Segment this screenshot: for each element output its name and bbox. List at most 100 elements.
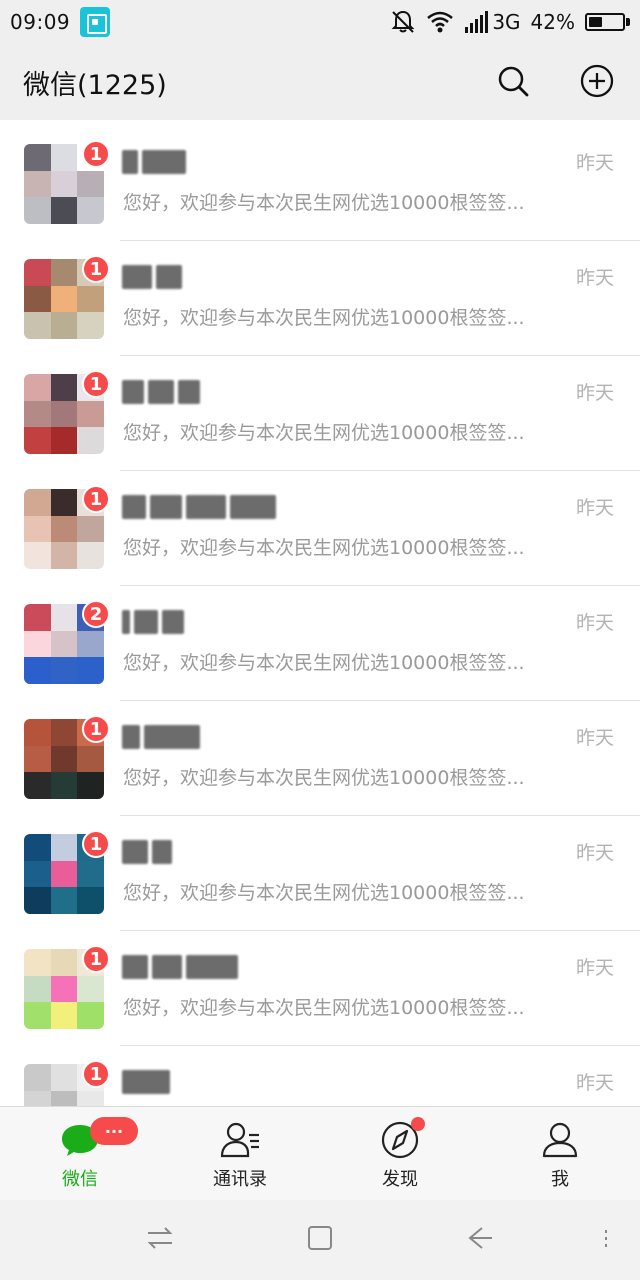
avatar-pixel — [24, 719, 51, 746]
wifi-icon — [427, 11, 454, 33]
redaction-block — [122, 610, 130, 634]
network-type: 3G — [492, 10, 521, 34]
menu-icon[interactable] — [590, 1222, 622, 1254]
avatar-pixel — [50, 312, 78, 339]
avatar-pixel — [50, 834, 78, 861]
unread-badge: 1 — [82, 255, 110, 283]
avatar-pixel — [77, 657, 104, 684]
chat-list-item[interactable]: 1 昨天 您好，欢迎参与本次民生网优选10000根签签... — [0, 816, 640, 931]
message-time: 昨天 — [575, 497, 614, 519]
avatar-pixel — [77, 515, 104, 543]
avatar-pixel — [77, 400, 104, 428]
avatar-pixel — [24, 542, 51, 569]
search-icon[interactable] — [496, 64, 530, 98]
redaction-block — [144, 725, 200, 749]
status-indicators: 3G 42% — [390, 9, 630, 35]
avatar-pixel — [50, 630, 78, 658]
nav-label: 微信 — [62, 1169, 98, 1190]
chat-list-item[interactable]: 1 昨天 您好，欢迎参与本次民生网优选10000根签签... — [0, 471, 640, 586]
avatar-pixel — [24, 745, 51, 773]
avatar-pixel — [50, 1064, 78, 1091]
chat-list-item[interactable]: 1 昨天 您好，欢迎参与本次民生网优选10000根签签... — [0, 126, 640, 241]
chat-list-item[interactable]: 1 昨天 您好，欢迎参与本次民生网优选10000根签签... — [0, 931, 640, 1046]
chat-list-item[interactable]: 1 昨天您好，欢迎参与本次民生网优选10000根签签... — [0, 701, 640, 816]
status-time: 09:09 — [10, 10, 71, 34]
avatar-pixel — [50, 1090, 78, 1106]
nav-item-me[interactable]: 我 — [480, 1107, 640, 1200]
avatar-pixel — [24, 489, 51, 516]
home-icon[interactable] — [304, 1222, 336, 1254]
avatar-pixel — [50, 1002, 78, 1029]
page-title: 微信(1225) — [23, 69, 167, 101]
add-circle-icon[interactable] — [580, 64, 614, 98]
bottom-nav: 微信 ··· 通讯录 发现 我 — [0, 1106, 640, 1200]
message-preview: 您好，欢迎参与本次民生网优选10000根签签... — [123, 537, 525, 559]
avatar-pixel — [77, 860, 104, 888]
message-badge: ··· — [90, 1117, 138, 1145]
avatar-pixel — [24, 515, 51, 543]
avatar-pixel — [50, 170, 78, 198]
chat-list-item[interactable]: 2 昨天 您好，欢迎参与本次民生网优选10000根签签... — [0, 586, 640, 701]
redaction-block — [134, 610, 158, 634]
avatar-pixel — [50, 542, 78, 569]
battery-fill — [589, 17, 603, 27]
unread-badge: 1 — [82, 140, 110, 168]
switch-apps-icon[interactable] — [144, 1222, 176, 1254]
redaction-block — [122, 1070, 170, 1094]
avatar-pixel — [24, 144, 51, 171]
avatar-pixel — [50, 949, 78, 976]
avatar-pixel — [50, 657, 78, 684]
redaction-block — [148, 380, 174, 404]
nav-item-chats[interactable]: 微信 ··· — [0, 1107, 160, 1200]
avatar-pixel — [24, 630, 51, 658]
message-time: 昨天 — [575, 727, 614, 749]
redaction-block — [152, 840, 172, 864]
avatar-pixel — [77, 427, 104, 454]
redaction-block — [186, 955, 238, 979]
avatar-pixel — [24, 259, 51, 286]
avatar-pixel — [50, 719, 78, 746]
contact-name-redacted — [122, 380, 204, 410]
message-preview: 您好，欢迎参与本次民生网优选10000根签签... — [123, 767, 525, 789]
nav-item-contacts[interactable]: 通讯录 — [160, 1107, 320, 1200]
avatar-pixel — [24, 657, 51, 684]
avatar-pixel — [50, 400, 78, 428]
avatar-pixel — [77, 542, 104, 569]
contact-name-redacted — [122, 150, 190, 180]
avatar-pixel — [24, 1002, 51, 1029]
app-header: 微信(1225) — [0, 44, 640, 120]
back-icon[interactable] — [464, 1222, 496, 1254]
battery-cap — [626, 18, 630, 26]
avatar-pixel — [24, 170, 51, 198]
chat-list-item[interactable]: 1 昨天 — [0, 1046, 640, 1106]
avatar-pixel — [50, 374, 78, 401]
chat-list-item[interactable]: 1 昨天 您好，欢迎参与本次民生网优选10000根签签... — [0, 356, 640, 471]
redaction-block — [122, 725, 140, 749]
redaction-block — [122, 380, 144, 404]
avatar-pixel — [50, 489, 78, 516]
message-preview: 您好，欢迎参与本次民生网优选10000根签签... — [123, 997, 525, 1019]
avatar-pixel — [77, 975, 104, 1003]
unread-badge: 1 — [82, 370, 110, 398]
chat-list[interactable]: 1 昨天 您好，欢迎参与本次民生网优选10000根签签... 1 昨天 您好，欢迎参与本次… — [0, 126, 640, 1106]
unread-badge: 1 — [82, 715, 110, 743]
avatar-pixel — [77, 772, 104, 799]
chat-list-item[interactable]: 1 昨天 您好，欢迎参与本次民生网优选10000根签签... — [0, 241, 640, 356]
message-time: 昨天 — [575, 612, 614, 634]
avatar-pixel — [50, 745, 78, 773]
avatar-pixel — [77, 630, 104, 658]
nav-label: 通讯录 — [213, 1169, 267, 1190]
redaction-block — [152, 955, 182, 979]
unread-badge: 1 — [82, 830, 110, 858]
redaction-block — [122, 955, 148, 979]
avatar-pixel — [24, 604, 51, 631]
nav-item-discover[interactable]: 发现 — [320, 1107, 480, 1200]
avatar-pixel — [24, 887, 51, 914]
avatar-pixel — [50, 259, 78, 286]
avatar-pixel — [50, 887, 78, 914]
mute-bell-icon — [391, 10, 415, 33]
message-time: 昨天 — [575, 267, 614, 289]
header-actions — [496, 64, 614, 98]
message-time: 昨天 — [575, 382, 614, 404]
avatar-pixel — [50, 604, 78, 631]
